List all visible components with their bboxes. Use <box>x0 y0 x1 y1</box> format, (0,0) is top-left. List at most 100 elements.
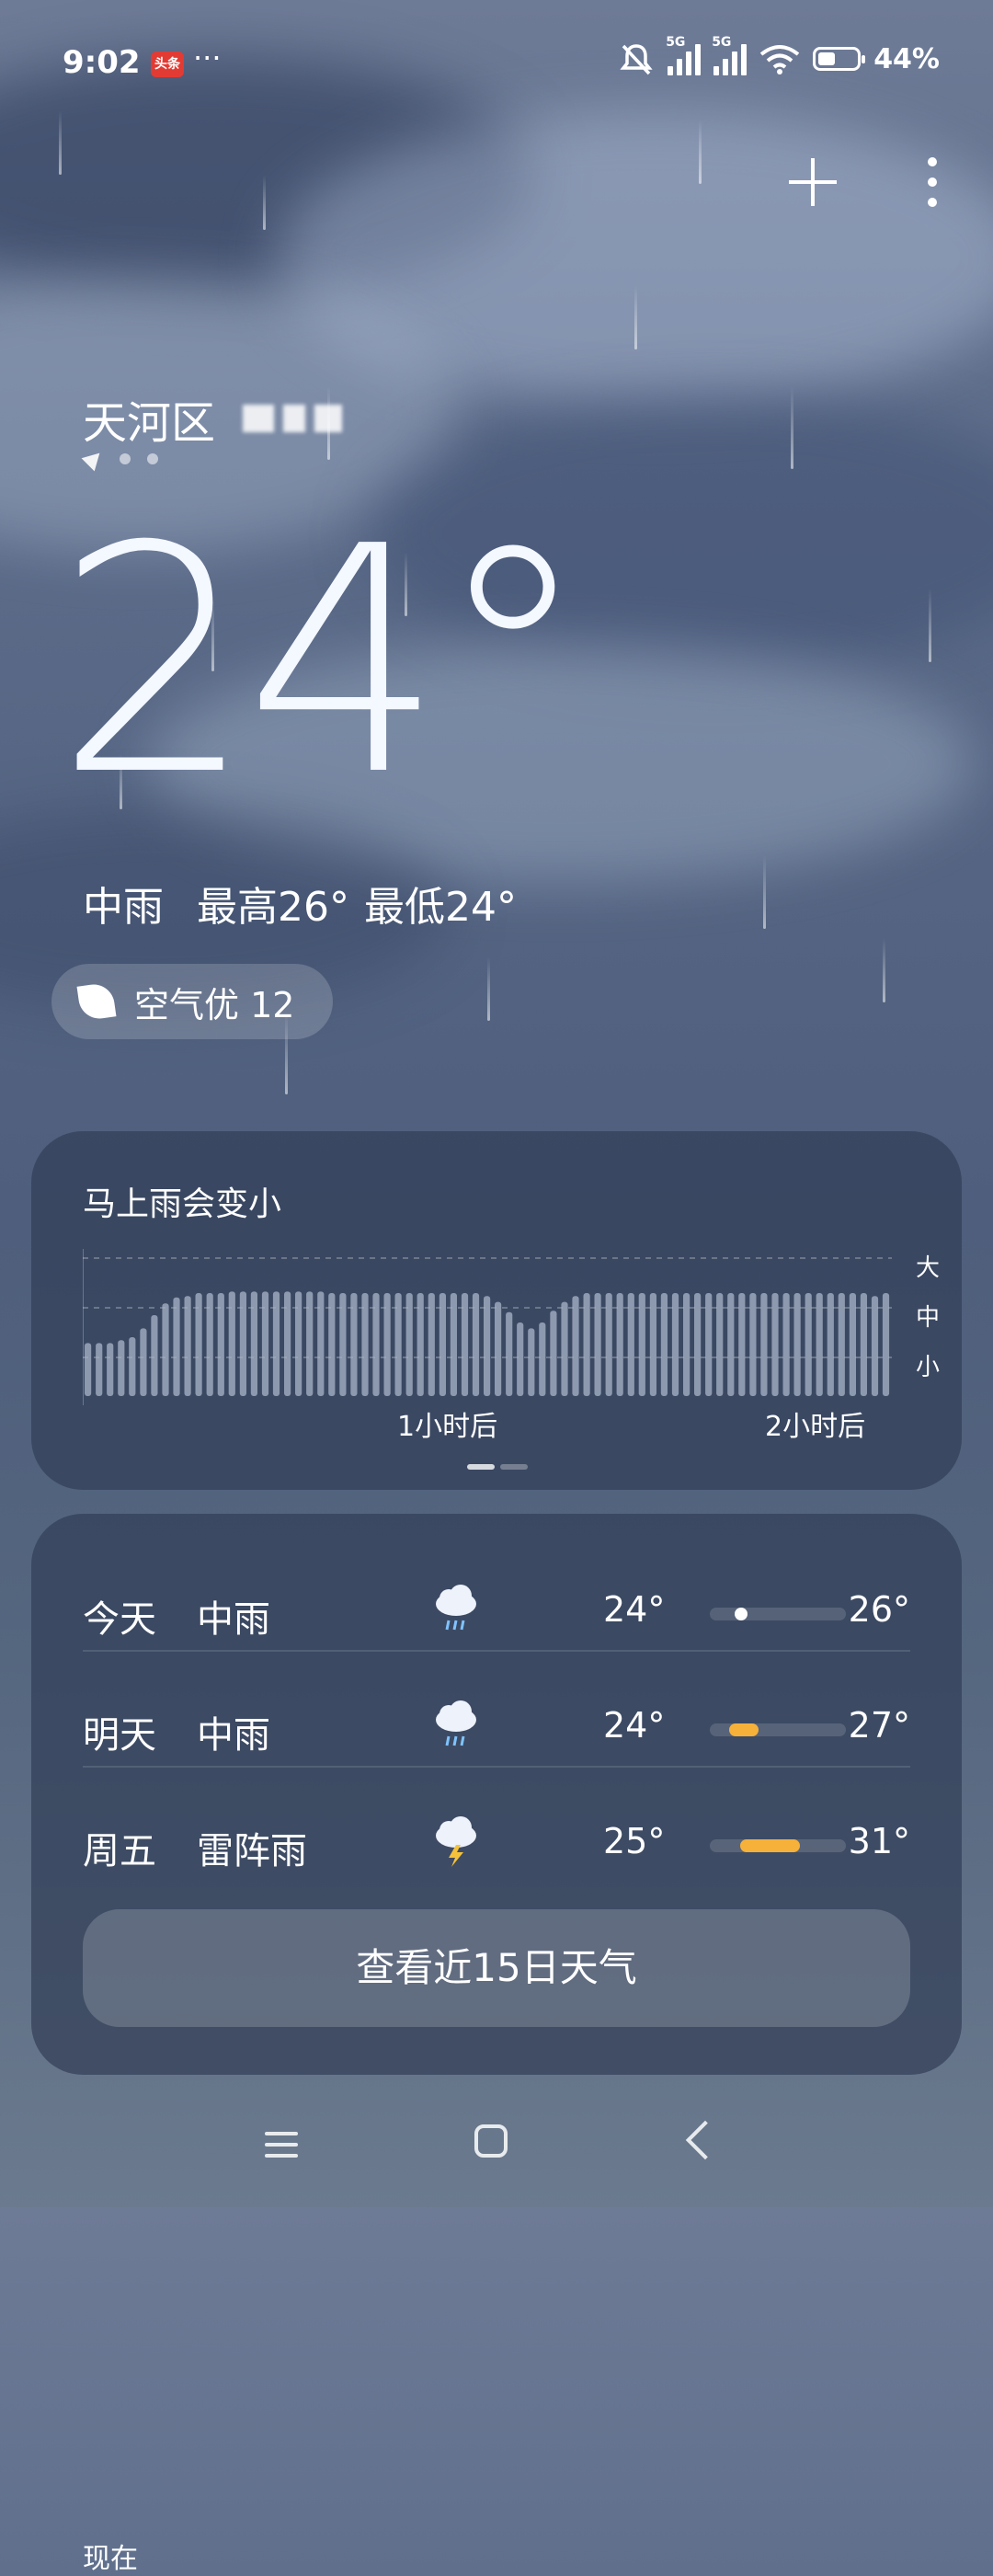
current-condition: 中雨 <box>83 884 164 931</box>
forecast-low: 25° <box>603 1821 666 1861</box>
air-quality-chip[interactable]: 空气优 12 <box>51 964 334 1039</box>
forecast-high: 27° <box>848 1705 910 1746</box>
precipitation-bar <box>217 1293 224 1396</box>
more-notifications-icon: ··· <box>193 40 222 75</box>
precipitation-bar <box>528 1328 535 1396</box>
precipitation-bar <box>550 1311 557 1396</box>
precipitation-bar <box>849 1293 856 1396</box>
page-dot <box>120 453 131 464</box>
precipitation-bar <box>616 1293 623 1396</box>
temp-high: 最高26° <box>197 884 349 931</box>
precipitation-bar <box>96 1343 103 1396</box>
precipitation-bar <box>539 1322 546 1396</box>
chart-x-label-now: 现在 <box>83 2543 138 2575</box>
precipitation-bar <box>860 1293 867 1396</box>
precipitation-bar <box>261 1291 269 1396</box>
network-type-label: 5G <box>712 35 732 50</box>
precipitation-bar <box>162 1303 169 1396</box>
view-15-day-forecast-button[interactable]: 查看近15日天气 <box>83 1909 910 2027</box>
temp-range-fill <box>734 1608 748 1620</box>
precipitation-bar <box>361 1293 369 1396</box>
precipitation-card[interactable]: 马上雨会变小 大 中 小 现在 1小时后 2小时后 <box>31 1131 962 2575</box>
precipitation-bar <box>705 1293 713 1396</box>
precipitation-bar <box>638 1293 645 1396</box>
precipitation-bar <box>173 1297 180 1396</box>
precipitation-bar <box>328 1293 336 1396</box>
forecast-day: 今天 <box>83 1598 156 1641</box>
precipitation-chart: 大 中 小 <box>83 1249 940 1424</box>
precipitation-bar <box>472 1293 480 1396</box>
navigation-bar <box>0 2106 993 2207</box>
forecast-high: 31° <box>848 1821 910 1861</box>
precipitation-bar <box>129 1337 136 1396</box>
plus-icon[interactable] <box>787 156 839 208</box>
temp-range-fill <box>728 1723 759 1736</box>
precipitation-bar <box>572 1296 579 1396</box>
precipitation-bar <box>816 1293 823 1396</box>
rain-cloud-icon <box>436 1700 476 1746</box>
back-icon[interactable] <box>685 2120 725 2160</box>
temp-range-bar <box>710 1839 846 1852</box>
forecast-condition: 雷阵雨 <box>197 1830 307 1872</box>
precipitation-bar <box>184 1296 191 1396</box>
precipitation-bar <box>383 1293 391 1396</box>
precipitation-bar <box>306 1291 314 1396</box>
home-icon[interactable] <box>474 2124 508 2158</box>
precipitation-title: 马上雨会变小 <box>83 1185 282 1223</box>
chart-x-label-2h: 2小时后 <box>765 1411 866 1443</box>
precipitation-bar <box>517 1322 524 1396</box>
forecast-condition: 中雨 <box>197 1714 270 1757</box>
temp-range-fill <box>739 1839 800 1852</box>
precipitation-bar <box>118 1340 125 1396</box>
forecast-row-today[interactable]: 今天 中雨 24° 26° <box>83 1554 910 1670</box>
precipitation-bars <box>83 1249 892 1405</box>
location-header[interactable]: 天河区 <box>83 386 343 451</box>
precipitation-bar <box>140 1328 147 1396</box>
header-actions <box>787 156 938 208</box>
forecast-row-tomorrow[interactable]: 明天 中雨 24° 27° <box>83 1670 910 1786</box>
current-condition-line: 中雨 最高26° 最低24° <box>83 874 517 933</box>
signal-5g-icon: 5G <box>666 35 702 75</box>
precipitation-bar <box>782 1293 790 1396</box>
precipitation-bar <box>506 1311 513 1396</box>
precipitation-bar <box>605 1293 612 1396</box>
location-arrow-icon <box>81 446 107 472</box>
precipitation-bar <box>151 1315 158 1396</box>
precipitation-bar <box>484 1296 491 1396</box>
location-redacted <box>243 405 343 432</box>
chart-x-label-1h: 1小时后 <box>397 1411 498 1443</box>
precipitation-bar <box>649 1293 656 1396</box>
precipitation-bar <box>627 1293 634 1396</box>
precipitation-bar <box>805 1293 812 1396</box>
precipitation-bar <box>206 1293 213 1396</box>
leaf-icon <box>76 981 117 1022</box>
precipitation-bar <box>394 1293 402 1396</box>
forecast-high: 26° <box>848 1589 910 1630</box>
precipitation-bar <box>749 1293 757 1396</box>
daily-forecast-card: 今天 中雨 24° 26° 明天 中雨 24° 27° 周五 雷阵雨 25° 3… <box>31 1514 962 2075</box>
precipitation-bar <box>239 1291 246 1396</box>
status-icons: 5G 5G 44% <box>618 35 940 77</box>
mute-icon <box>620 44 653 75</box>
signal-5g-icon: 5G <box>712 35 748 75</box>
precipitation-bar <box>417 1293 424 1396</box>
precipitation-bar <box>561 1301 568 1396</box>
precipitation-bar <box>827 1293 834 1396</box>
wifi-icon <box>759 45 800 74</box>
menu-icon[interactable] <box>265 2124 298 2165</box>
forecast-row-friday[interactable]: 周五 雷阵雨 25° 31° <box>83 1786 910 1902</box>
precipitation-bar <box>461 1293 469 1396</box>
divider <box>83 1650 910 1652</box>
precipitation-bar <box>439 1293 446 1396</box>
precipitation-bar <box>228 1291 235 1396</box>
precipitation-bar <box>760 1293 768 1396</box>
precipitation-bar <box>85 1343 92 1396</box>
toutiao-app-icon: 头条 <box>151 52 184 77</box>
precipitation-bar <box>871 1296 879 1396</box>
more-vertical-icon[interactable] <box>927 156 938 208</box>
precipitation-bar <box>882 1293 890 1396</box>
network-type-label: 5G <box>666 35 686 50</box>
status-time: 9:02 <box>63 44 141 81</box>
precipitation-bar <box>372 1293 380 1396</box>
precipitation-bar <box>195 1293 202 1396</box>
